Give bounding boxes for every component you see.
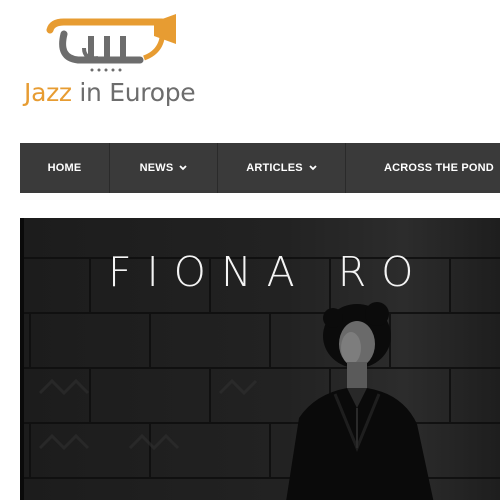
hero-title: FIONA RO <box>108 248 429 296</box>
nav-item-label: HOME <box>47 162 82 174</box>
logo-text: Jazz in Europe <box>24 78 196 107</box>
chevron-down-icon <box>179 162 188 174</box>
logo-word-in-europe: in Europe <box>71 78 196 107</box>
nav-item-articles[interactable]: ARTICLES <box>218 143 346 193</box>
site-logo[interactable]: Jazz in Europe <box>18 8 203 108</box>
nav-item-label: ACROSS THE POND <box>384 162 494 174</box>
logo-word-jazz: Jazz <box>24 78 72 107</box>
portrait-figure <box>286 302 434 500</box>
main-nav: HOME NEWS ARTICLES ACROSS THE POND <box>20 143 500 193</box>
nav-item-label: NEWS <box>139 162 174 174</box>
nav-item-home[interactable]: HOME <box>20 143 110 193</box>
chevron-down-icon <box>309 162 317 174</box>
trumpet-icon <box>46 14 176 72</box>
nav-item-label: ARTICLES <box>246 162 303 174</box>
hero-image[interactable]: FIONA RO <box>20 218 500 500</box>
nav-item-across-the-pond[interactable]: ACROSS THE POND <box>346 143 500 193</box>
nav-item-news[interactable]: NEWS <box>110 143 218 193</box>
